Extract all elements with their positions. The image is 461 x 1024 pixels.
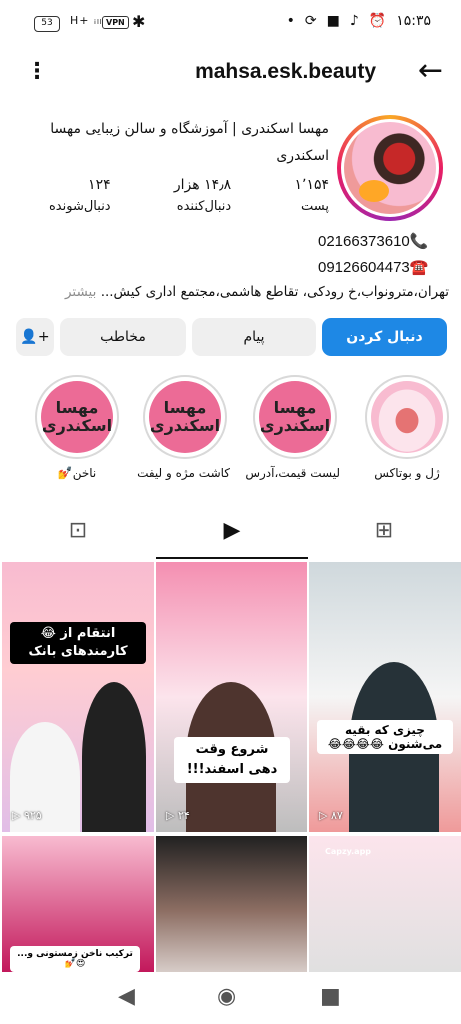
grid-tab-icon[interactable]: ⊞: [364, 518, 404, 552]
following-count: ۱۲۴: [88, 177, 111, 193]
view-count-value: ۹۲۵: [23, 809, 42, 822]
reel-view-count: ▷ ۹۲۵: [12, 809, 42, 822]
nav-recents-icon[interactable]: ■: [320, 984, 341, 1009]
view-count-value: ۲۴: [177, 809, 190, 822]
reel-caption: شروع وقت دهی اسفند!!!: [174, 737, 290, 783]
status-bar: 53 H+ ᵢₗₗ VPN ✱ • ⟳ ■ ♪ ⏰ ۱۵:۳۵: [0, 0, 461, 50]
reel-thumbnail-3[interactable]: چیزی که بقیه می‌شنون 😂😂😂😂 ▷ ۸۷: [309, 562, 461, 832]
dot-icon: •: [286, 13, 295, 29]
follow-button[interactable]: دنبال کردن: [322, 318, 447, 356]
reel-watermark: Capzy.app: [325, 847, 372, 856]
nav-back-icon[interactable]: ◀: [118, 984, 135, 1009]
battery-icon: 53: [34, 16, 60, 32]
profile-header: ⋮ mahsa.esk.beauty ←: [0, 52, 461, 96]
message-button[interactable]: پیام: [192, 318, 316, 356]
active-tab-indicator: [156, 557, 308, 559]
highlight-cover: [371, 381, 443, 453]
status-right: • ⟳ ■ ♪ ⏰ ۱۵:۳۵: [287, 13, 431, 29]
posts-count: ۱٬۱۵۴: [294, 177, 329, 193]
reel-thumbnail-5[interactable]: [156, 836, 307, 972]
avatar[interactable]: [337, 115, 443, 221]
reel-view-count: ▷ ۲۴: [166, 809, 190, 822]
posts-stat[interactable]: ۱٬۱۵۴ پست: [294, 177, 329, 222]
back-arrow-icon[interactable]: ←: [418, 56, 443, 86]
highlight-ring: مهسا اسکندری: [143, 375, 227, 459]
avatar-image: [344, 122, 436, 214]
reel-caption: ترکیب ناخن زمستونی و... 😍💅: [10, 946, 140, 972]
phone-number-1[interactable]: 02166373610📞: [318, 232, 428, 250]
nav-home-icon[interactable]: ◉: [217, 984, 236, 1009]
highlight-ring: [365, 375, 449, 459]
username: mahsa.esk.beauty: [195, 60, 376, 83]
profile-full-name: مهسا اسکندری | آموزشگاه و سالن زیبایی مه…: [50, 121, 329, 164]
bio-address: تهران،مترونواب،خ رودکی، تقاطع هاشمی،مجتم…: [9, 284, 449, 300]
reel-thumbnail-6[interactable]: Capzy.app: [309, 836, 461, 972]
bio-more-link[interactable]: بیشتر: [65, 284, 96, 300]
highlight-ring: مهسا اسکندری: [35, 375, 119, 459]
tiktok-icon: ♪: [349, 13, 359, 29]
posts-label: پست: [301, 199, 329, 214]
reel-thumbnail-1[interactable]: انتقام از 😂 کارمندهای بانک ▷ ۹۲۵: [2, 562, 154, 832]
more-options-icon[interactable]: ⋮: [26, 58, 48, 86]
contact-button[interactable]: مخاطب: [60, 318, 186, 356]
add-user-icon[interactable]: 👤+: [16, 318, 54, 356]
story-highlights: ژل و بوتاکس مهسا اسکندری لیست قیمت،آدرس …: [0, 375, 461, 490]
highlight-label: لیست قیمت،آدرس: [245, 466, 340, 480]
profile-tabs: ⊡ ▶ ⊞: [0, 510, 461, 560]
signal-icon: H+ ᵢₗₗ: [70, 14, 103, 27]
alarm-icon: ⏰: [368, 13, 387, 29]
highlight-label: ژل و بوتاکس: [374, 466, 440, 480]
followers-label: دنبال‌کننده: [176, 199, 232, 214]
highlight-label: کاشت مژه و لیفت: [137, 466, 230, 480]
highlight-gel-botox[interactable]: ژل و بوتاکس: [362, 375, 452, 480]
tagged-tab-icon[interactable]: ⊡: [58, 518, 98, 552]
following-stat[interactable]: ۱۲۴ دنبال‌شونده: [49, 177, 111, 222]
reel-view-count: ▷ ۸۷: [319, 809, 343, 822]
sync-icon: ⟳: [304, 13, 317, 29]
reels-tab-icon[interactable]: ▶: [212, 518, 252, 552]
square-icon: ■: [326, 13, 340, 29]
highlight-price-list[interactable]: مهسا اسکندری لیست قیمت،آدرس: [245, 375, 340, 480]
highlight-label: ناخن💅: [57, 466, 97, 480]
bluetooth-icon: ✱: [132, 12, 146, 31]
highlight-nail[interactable]: مهسا اسکندری ناخن💅: [32, 375, 122, 480]
highlight-ring: مهسا اسکندری: [253, 375, 337, 459]
system-nav-bar: ◀ ◉ ■: [0, 972, 461, 1024]
highlight-lash[interactable]: مهسا اسکندری کاشت مژه و لیفت: [137, 375, 230, 480]
clock: ۱۵:۳۵: [396, 13, 431, 29]
profile-stats: ۱٬۱۵۴ پست ۱۴٫۸ هزار دنبال‌کننده ۱۲۴ دنبا…: [49, 177, 329, 222]
reel-thumbnail-2[interactable]: شروع وقت دهی اسفند!!! ▷ ۲۴: [156, 562, 307, 832]
avatar-frame: [341, 119, 439, 217]
followers-stat[interactable]: ۱۴٫۸ هزار دنبال‌کننده: [174, 177, 231, 222]
address-text: تهران،مترونواب،خ رودکی، تقاطع هاشمی،مجتم…: [100, 284, 449, 300]
following-label: دنبال‌شونده: [49, 199, 111, 214]
vpn-badge: VPN: [102, 16, 129, 29]
followers-count: ۱۴٫۸ هزار: [173, 177, 232, 193]
reel-caption: چیزی که بقیه می‌شنون 😂😂😂😂: [317, 720, 453, 754]
highlight-logo: مهسا اسکندری: [149, 381, 221, 453]
person-figure: [82, 682, 146, 832]
reel-thumbnail-4[interactable]: ترکیب ناخن زمستونی و... 😍💅: [2, 836, 154, 972]
reel-caption: انتقام از 😂 کارمندهای بانک: [10, 622, 146, 664]
highlight-logo: مهسا اسکندری: [259, 381, 331, 453]
view-count-value: ۸۷: [330, 809, 343, 822]
profile-actions: دنبال کردن پیام مخاطب 👤+: [10, 318, 448, 356]
reels-grid: انتقام از 😂 کارمندهای بانک ▷ ۹۲۵ شروع وق…: [0, 562, 461, 972]
highlight-logo: مهسا اسکندری: [41, 381, 113, 453]
phone-number-2[interactable]: 09126604473☎️: [318, 258, 428, 276]
